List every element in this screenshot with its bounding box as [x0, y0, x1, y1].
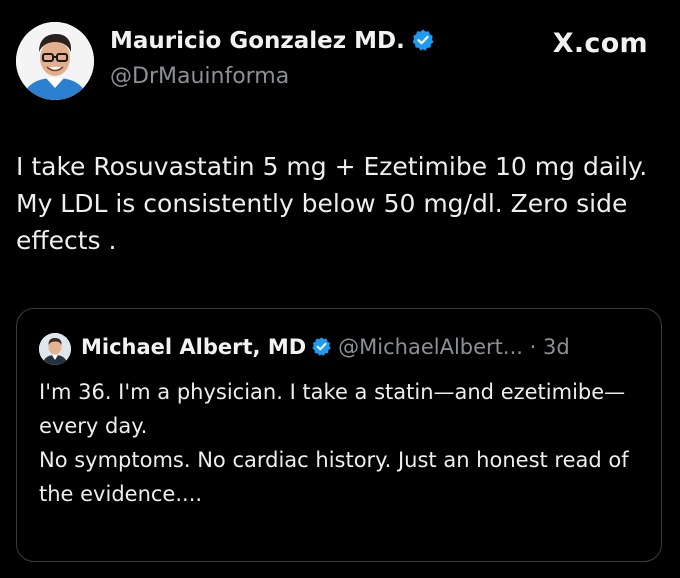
quoted-author-handle[interactable]: @MichaelAlbert...	[338, 335, 523, 359]
quoted-text: I'm 36. I'm a physician. I take a statin…	[39, 375, 639, 511]
author-name-row[interactable]: Mauricio Gonzalez MD.	[110, 28, 435, 54]
quoted-header: Michael Albert, MD @MichaelAlbert... · 3…	[81, 335, 570, 359]
quoted-paragraph-1: I'm 36. I'm a physician. I take a statin…	[39, 380, 626, 438]
quoted-timestamp[interactable]: 3d	[543, 335, 570, 359]
avatar-photo	[39, 333, 71, 365]
post-text: I take Rosuvastatin 5 mg + Ezetimibe 10 …	[16, 152, 648, 255]
quoted-author-name[interactable]: Michael Albert, MD	[81, 335, 306, 359]
quoted-post[interactable]: Michael Albert, MD @MichaelAlbert... · 3…	[16, 308, 662, 562]
x-logo: X.com	[553, 28, 648, 59]
quoted-separator: ·	[529, 335, 537, 359]
author-avatar[interactable]	[16, 22, 94, 100]
post-card: Mauricio Gonzalez MD. @DrMauinforma X.co…	[0, 0, 680, 578]
author-name[interactable]: Mauricio Gonzalez MD.	[110, 28, 405, 54]
quoted-author-avatar[interactable]	[39, 333, 71, 365]
quoted-paragraph-2: No symptoms. No cardiac history. Just an…	[39, 448, 629, 506]
verified-badge-icon	[312, 337, 331, 356]
avatar-photo	[16, 22, 94, 100]
brand-text: X.com	[552, 28, 648, 59]
author-handle[interactable]: @DrMauinforma	[110, 64, 289, 89]
verified-badge-icon	[412, 29, 434, 51]
